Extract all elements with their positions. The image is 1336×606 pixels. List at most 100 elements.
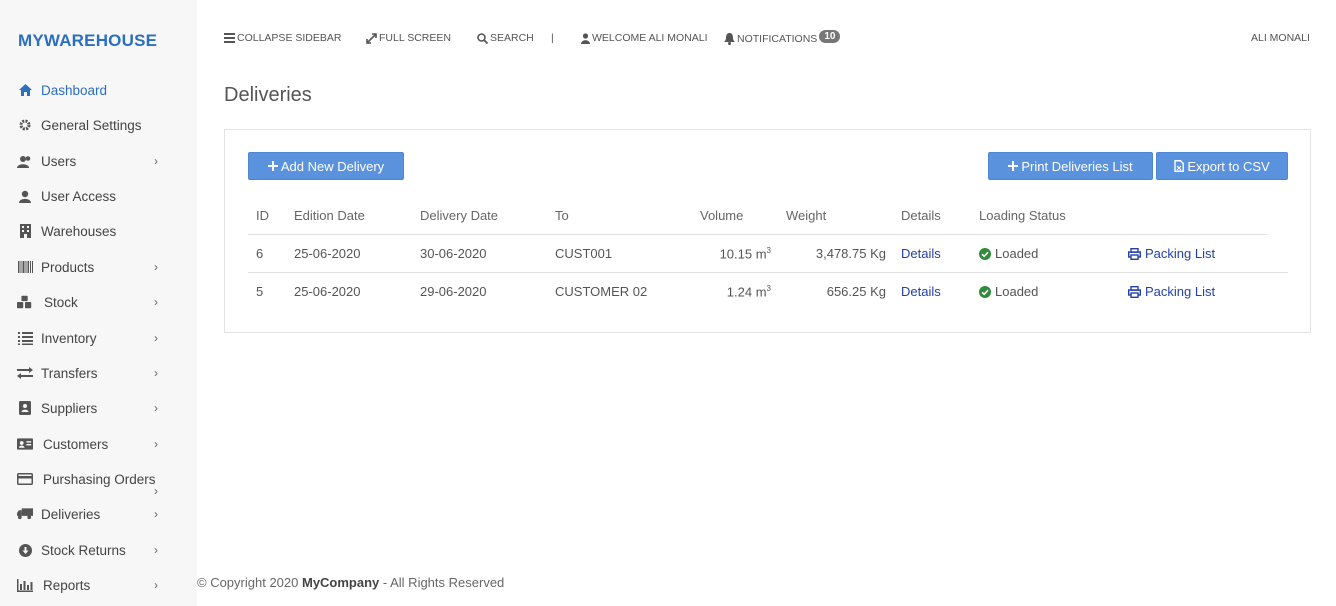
add-new-delivery-button[interactable]: Add New Delivery <box>248 152 404 180</box>
chevron-right-icon: › <box>154 484 158 498</box>
sidebar-item-transfers[interactable]: Transfers › <box>0 358 197 388</box>
page-title: Deliveries <box>224 84 312 106</box>
address-book-icon <box>17 400 33 416</box>
print-icon <box>1128 247 1141 260</box>
column-header-volume[interactable]: Volume <box>700 208 743 223</box>
sidebar-item-users[interactable]: Users › <box>0 146 197 176</box>
sidebar-item-inventory[interactable]: Inventory › <box>0 323 197 353</box>
topbar-separator: | <box>551 32 554 44</box>
expand-icon <box>366 32 377 44</box>
sidebar-item-label: Transfers <box>41 365 98 381</box>
cell-volume: 10.15 m3 <box>719 246 771 262</box>
table-divider <box>248 234 1267 235</box>
full-screen-button[interactable]: FULL SCREEN <box>366 32 451 44</box>
column-header-loading-status[interactable]: Loading Status <box>979 208 1066 223</box>
collapse-sidebar-button[interactable]: COLLAPSE SIDEBAR <box>224 32 341 44</box>
cell-weight: 656.25 Kg <box>826 284 886 299</box>
sidebar-item-general-settings[interactable]: General Settings <box>0 110 197 140</box>
sidebar: MYWAREHOUSE Dashboard General Settings U… <box>0 0 197 606</box>
sidebar-item-customers[interactable]: Customers › <box>0 429 197 459</box>
chevron-right-icon: › <box>154 507 158 521</box>
sidebar-item-label: Stock <box>44 294 78 310</box>
chevron-right-icon: › <box>154 260 158 274</box>
table-divider <box>248 272 1288 273</box>
sidebar-item-reports[interactable]: Reports › <box>0 570 197 600</box>
cell-loading-status: Loaded <box>979 284 1038 299</box>
check-circle-icon <box>979 285 991 298</box>
packing-list-link[interactable]: Packing List <box>1128 284 1215 299</box>
search-button[interactable]: SEARCH <box>477 32 534 44</box>
list-icon <box>17 330 33 346</box>
users-icon <box>17 153 33 169</box>
sidebar-item-label: Customers <box>43 436 109 452</box>
sidebar-item-label: Deliveries <box>41 506 101 522</box>
cubes-icon <box>17 294 33 310</box>
sidebar-item-label: Inventory <box>41 330 97 346</box>
sidebar-item-warehouses[interactable]: Warehouses <box>0 216 197 246</box>
sidebar-item-suppliers[interactable]: Suppliers › <box>0 393 197 423</box>
plus-icon <box>1008 161 1019 171</box>
chevron-right-icon: › <box>154 366 158 380</box>
file-icon <box>1174 160 1185 172</box>
details-link[interactable]: Details <box>901 246 941 261</box>
cell-id: 6 <box>256 246 264 261</box>
sidebar-item-stock[interactable]: Stock › <box>0 287 197 317</box>
chevron-right-icon: › <box>154 543 158 557</box>
column-header-edition-date[interactable]: Edition Date <box>294 208 365 223</box>
column-header-weight[interactable]: Weight <box>786 208 826 223</box>
sidebar-item-label: Warehouses <box>41 223 117 239</box>
sidebar-item-label: Reports <box>43 577 91 593</box>
barcode-icon <box>17 259 33 275</box>
print-deliveries-list-button[interactable]: Print Deliveries List <box>988 152 1153 180</box>
notifications-button[interactable]: NOTIFICATIONS 10 <box>724 30 841 45</box>
company-name: MyCompany <box>301 575 380 590</box>
credit-card-icon <box>17 471 33 487</box>
bell-icon <box>724 32 735 45</box>
chevron-right-icon: › <box>154 437 158 451</box>
truck-icon <box>17 506 33 522</box>
print-icon <box>1128 285 1141 298</box>
column-header-to[interactable]: To <box>555 208 569 223</box>
sidebar-item-stock-returns[interactable]: Stock Returns › <box>0 535 197 565</box>
sidebar-item-dashboard[interactable]: Dashboard <box>0 75 197 105</box>
bars-icon <box>224 33 235 43</box>
id-card-icon <box>17 436 33 452</box>
cell-edition-date: 25-06-2020 <box>294 284 361 299</box>
cell-to: CUST001 <box>555 246 613 261</box>
footer-copyright: © Copyright 2020 MyCompany - All Rights … <box>197 575 505 590</box>
chevron-right-icon: › <box>154 331 158 345</box>
cell-delivery-date: 30-06-2020 <box>420 246 487 261</box>
sidebar-item-label: General Settings <box>41 117 142 133</box>
sidebar-item-label: Dashboard <box>41 82 108 98</box>
sidebar-item-purshasing-orders[interactable]: Purshasing Orders › <box>0 464 197 498</box>
brand-logo[interactable]: MYWAREHOUSE <box>18 31 157 51</box>
details-link[interactable]: Details <box>901 284 941 299</box>
export-to-csv-button[interactable]: Export to CSV <box>1156 152 1288 180</box>
sidebar-item-products[interactable]: Products › <box>0 252 197 282</box>
gear-icon <box>17 117 33 133</box>
sidebar-item-label: Products <box>41 259 95 275</box>
sidebar-item-label: Suppliers <box>41 400 98 416</box>
packing-list-link[interactable]: Packing List <box>1128 246 1215 261</box>
sidebar-item-label: Users <box>41 153 77 169</box>
cell-weight: 3,478.75 Kg <box>815 246 886 261</box>
search-icon <box>477 32 488 44</box>
exchange-icon <box>17 365 33 381</box>
chevron-right-icon: › <box>154 295 158 309</box>
column-header-id[interactable]: ID <box>256 208 269 223</box>
sidebar-item-deliveries[interactable]: Deliveries › <box>0 499 197 529</box>
column-header-details[interactable]: Details <box>901 208 941 223</box>
sidebar-item-user-access[interactable]: User Access <box>0 181 197 211</box>
home-icon <box>17 82 33 98</box>
welcome-message: WELCOME ALI MONALI <box>581 32 708 44</box>
column-header-delivery-date[interactable]: Delivery Date <box>420 208 498 223</box>
plus-icon <box>267 161 278 171</box>
building-icon <box>17 223 33 239</box>
arrow-circle-down-icon <box>17 542 33 558</box>
chevron-right-icon: › <box>154 154 158 168</box>
cell-to: CUSTOMER 02 <box>555 284 648 299</box>
user-menu[interactable]: ALI MONALI <box>1251 32 1310 44</box>
sidebar-item-label: User Access <box>41 188 117 204</box>
sidebar-item-label: Purshasing Orders <box>43 471 156 487</box>
chevron-right-icon: › <box>154 401 158 415</box>
